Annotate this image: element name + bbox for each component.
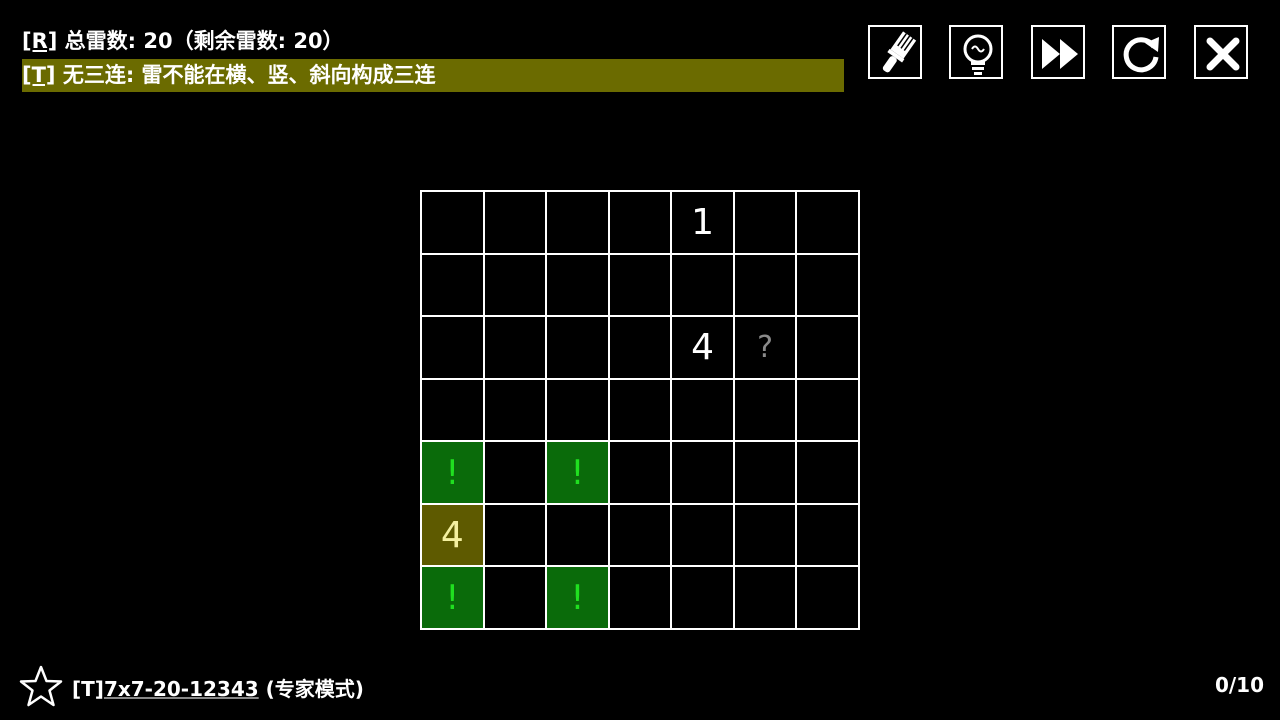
puzzle-title: [T]7x7-20-12343 (专家模式) <box>72 673 364 702</box>
fast-forward-icon <box>1042 39 1078 69</box>
board-cell[interactable] <box>547 504 610 568</box>
board-cell[interactable] <box>797 567 860 630</box>
board-cell[interactable] <box>609 567 673 630</box>
board-cell[interactable] <box>422 192 485 255</box>
board-cell[interactable] <box>547 192 610 255</box>
board-cell[interactable] <box>609 317 673 380</box>
board-cell[interactable] <box>547 317 610 380</box>
board-cell[interactable] <box>672 442 735 505</box>
board-cell[interactable] <box>734 379 798 443</box>
board-cell[interactable]: ! <box>422 442 485 505</box>
board-cell[interactable]: ! <box>547 442 610 505</box>
board-cell[interactable]: 1 <box>672 192 735 255</box>
puzzle-title-prefix: [T] <box>72 677 104 701</box>
board-cell[interactable] <box>734 567 798 630</box>
board-cell[interactable]: 4 <box>672 317 735 380</box>
board-cell[interactable] <box>609 379 673 443</box>
board-cell[interactable] <box>734 192 798 255</box>
board-cell[interactable] <box>484 442 548 505</box>
board-cell[interactable] <box>672 379 735 443</box>
board-cell[interactable] <box>797 317 860 380</box>
board-cell[interactable] <box>797 254 860 318</box>
board-cell[interactable] <box>484 254 548 318</box>
board-cell[interactable]: ! <box>422 567 485 630</box>
board-cell[interactable] <box>609 192 673 255</box>
board-cell[interactable]: 4 <box>422 504 485 568</box>
board-cell[interactable] <box>422 254 485 318</box>
rule-no-three-in-row: [T] 无三连: 雷不能在横、竖、斜向构成三连 <box>22 59 844 92</box>
board-cell[interactable] <box>672 504 735 568</box>
board-cell[interactable] <box>484 192 548 255</box>
board-cell[interactable] <box>422 379 485 443</box>
close-button[interactable] <box>1194 25 1248 79</box>
restart-icon <box>1123 37 1159 73</box>
board-cell[interactable] <box>422 317 485 380</box>
board-cell[interactable]: ? <box>734 317 798 380</box>
lightbulb-icon <box>963 34 993 75</box>
puzzle-mode: (专家模式) <box>258 677 364 701</box>
star-icon <box>19 665 63 707</box>
board-cell[interactable] <box>609 442 673 505</box>
rule-total-mines: [R] 总雷数: 20（剩余雷数: 20） <box>22 25 344 58</box>
board-cell[interactable] <box>484 504 548 568</box>
board-cell[interactable] <box>547 254 610 318</box>
puzzle-seed[interactable]: 7x7-20-12343 <box>104 677 259 701</box>
restart-button[interactable] <box>1112 25 1166 79</box>
board-cell[interactable] <box>484 379 548 443</box>
board-cell[interactable] <box>797 192 860 255</box>
board-cell[interactable] <box>484 317 548 380</box>
brush-button[interactable] <box>868 25 922 79</box>
board-cell[interactable] <box>672 254 735 318</box>
rule-t-tag: [T] <box>22 63 56 87</box>
game-board: 1 4?!! 4!! <box>420 190 860 630</box>
close-icon <box>1206 37 1240 71</box>
brush-icon <box>882 31 917 73</box>
progress-counter: 0/10 <box>1214 673 1264 697</box>
board-cell[interactable] <box>484 567 548 630</box>
rule-r-text: 总雷数: 20（剩余雷数: 20） <box>57 29 344 53</box>
board-cell[interactable] <box>797 379 860 443</box>
board-cell[interactable] <box>547 379 610 443</box>
hint-button[interactable] <box>949 25 1003 79</box>
board-cell[interactable] <box>797 442 860 505</box>
board-cell[interactable] <box>609 504 673 568</box>
rule-r-tag: [R] <box>22 29 58 53</box>
board-cell[interactable] <box>609 254 673 318</box>
board-cell[interactable] <box>672 567 735 630</box>
board-cell[interactable] <box>734 254 798 318</box>
skip-button[interactable] <box>1031 25 1085 79</box>
rule-t-text: 无三连: 雷不能在横、竖、斜向构成三连 <box>55 63 436 87</box>
board-cell[interactable] <box>734 442 798 505</box>
board-cell[interactable]: ! <box>547 567 610 630</box>
favorite-button[interactable] <box>18 664 64 712</box>
board-cell[interactable] <box>797 504 860 568</box>
board-cell[interactable] <box>734 504 798 568</box>
